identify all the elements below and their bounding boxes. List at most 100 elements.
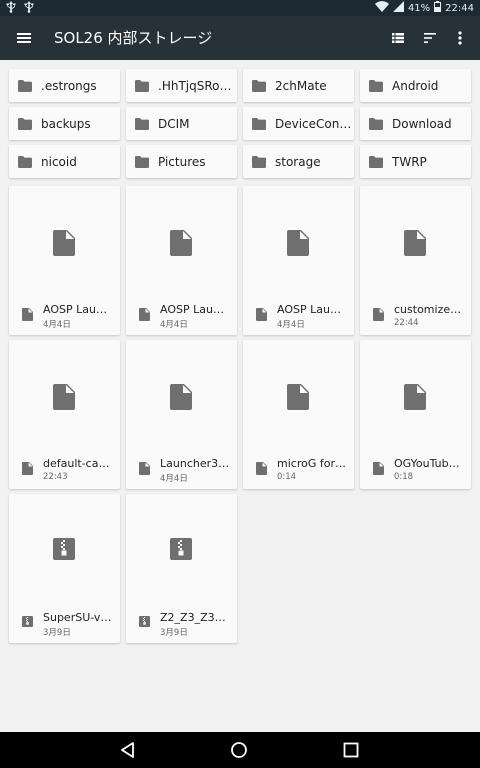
app-bar: SOL26 内部ストレージ <box>0 16 480 60</box>
file-card[interactable]: Z2_Z3_Z3C_Z4.zip 3月9日 <box>126 494 237 643</box>
folder-item[interactable]: storage <box>243 145 354 178</box>
usb-debug-icon <box>24 1 34 16</box>
folder-item[interactable]: DCIM <box>126 107 237 140</box>
folder-item[interactable]: backups <box>9 107 120 140</box>
folder-name: nicoid <box>41 154 77 169</box>
folder-icon <box>252 155 266 168</box>
folder-name: Download <box>392 116 452 131</box>
file-type-icon <box>256 462 267 475</box>
folder-item[interactable]: Pictures <box>126 145 237 178</box>
folder-name: TWRP <box>392 154 427 169</box>
back-icon[interactable] <box>118 740 138 760</box>
file-name: SuperSU-v2.82.zip <box>43 611 113 624</box>
folder-icon <box>18 117 32 130</box>
folder-icon <box>135 117 149 130</box>
folder-grid: .estrongs .HhTjqSRo6AVfV 2chMate Android… <box>9 69 471 178</box>
folder-icon <box>369 117 383 130</box>
file-card[interactable]: AOSP Launcher 4月4日 <box>126 186 237 335</box>
status-left <box>6 1 34 16</box>
file-type-icon <box>22 462 33 475</box>
signal-icon <box>392 1 404 17</box>
recents-icon[interactable] <box>341 740 361 760</box>
zip-type-icon <box>22 616 33 627</box>
folder-name: backups <box>41 116 91 131</box>
folder-name: DCIM <box>158 116 190 131</box>
file-icon <box>170 384 192 410</box>
file-name: microG for YouTube <box>277 457 347 470</box>
file-card[interactable]: OGYouTube.apk 0:18 <box>360 340 471 489</box>
folder-icon <box>18 155 32 168</box>
folder-item[interactable]: .HhTjqSRo6AVfV <box>126 69 237 102</box>
usb-icon <box>6 1 16 16</box>
file-type-icon <box>139 308 150 321</box>
folder-name: .estrongs <box>41 78 97 93</box>
zip-type-icon <box>139 616 150 627</box>
file-name: customized.apk <box>394 303 464 316</box>
sort-icon[interactable] <box>420 28 440 48</box>
file-type-icon <box>256 308 267 321</box>
battery-icon <box>434 1 442 17</box>
file-type-icon <box>373 308 384 321</box>
clock: 22:44 <box>445 3 474 14</box>
file-grid: AOSP Launcher 4月4日 AOSP Launcher 4月4日 AO… <box>9 186 471 643</box>
zip-icon <box>170 538 192 560</box>
folder-item[interactable]: TWRP <box>360 145 471 178</box>
file-type-icon <box>139 462 150 475</box>
folder-name: 2chMate <box>275 78 327 93</box>
folder-icon <box>252 79 266 92</box>
folder-icon <box>18 79 32 92</box>
folder-item[interactable]: Download <box>360 107 471 140</box>
file-date: 3月9日 <box>160 628 188 638</box>
folder-item[interactable]: DeviceConfig <box>243 107 354 140</box>
folder-icon <box>135 79 149 92</box>
folder-item[interactable]: 2chMate <box>243 69 354 102</box>
file-card[interactable]: SuperSU-v2.82.zip 3月9日 <box>9 494 120 643</box>
file-name: AOSP Launcher <box>43 303 113 316</box>
folder-icon <box>252 117 266 130</box>
file-name: AOSP Launcher <box>160 303 230 316</box>
file-card[interactable]: default-capture 22:43 <box>9 340 120 489</box>
status-bar: 41% 22:44 <box>0 0 480 16</box>
file-name: Z2_Z3_Z3C_Z4.zip <box>160 611 230 624</box>
folder-item[interactable]: Android <box>360 69 471 102</box>
page-title: SOL26 内部ストレージ <box>54 29 213 47</box>
file-name: Launcher3.apk <box>160 457 230 470</box>
file-name: default-capture <box>43 457 113 470</box>
file-name: AOSP Launcher <box>277 303 347 316</box>
file-card[interactable]: Launcher3.apk 4月4日 <box>126 340 237 489</box>
file-date: 0:18 <box>394 472 414 482</box>
home-icon[interactable] <box>229 740 249 760</box>
folder-icon <box>369 155 383 168</box>
file-card[interactable]: AOSP Launcher 4月4日 <box>9 186 120 335</box>
file-card[interactable]: AOSP Launcher 4月4日 <box>243 186 354 335</box>
file-icon <box>287 384 309 410</box>
file-date: 4月4日 <box>160 320 188 330</box>
file-browser: .estrongs .HhTjqSRo6AVfV 2chMate Android… <box>0 60 480 732</box>
status-right: 41% 22:44 <box>374 1 474 17</box>
file-name: OGYouTube.apk <box>394 457 464 470</box>
file-icon <box>170 230 192 256</box>
menu-icon[interactable] <box>14 28 34 48</box>
folder-item[interactable]: .estrongs <box>9 69 120 102</box>
folder-name: .HhTjqSRo6AVfV <box>158 78 237 93</box>
file-card[interactable]: microG for YouTube 0:14 <box>243 340 354 489</box>
more-options-icon[interactable] <box>450 28 470 48</box>
folder-name: Android <box>392 78 439 93</box>
file-date: 4月4日 <box>43 320 71 330</box>
zip-icon <box>53 538 75 560</box>
folder-name: storage <box>275 154 321 169</box>
file-icon <box>53 230 75 256</box>
wifi-icon <box>374 1 389 17</box>
file-card[interactable]: customized.apk 22:44 <box>360 186 471 335</box>
folder-item[interactable]: nicoid <box>9 145 120 178</box>
file-date: 22:44 <box>394 318 419 328</box>
folder-icon <box>369 79 383 92</box>
folder-name: DeviceConfig <box>275 116 354 131</box>
file-type-icon <box>373 462 384 475</box>
list-view-icon[interactable] <box>388 28 408 48</box>
file-date: 3月9日 <box>43 628 71 638</box>
file-icon <box>287 230 309 256</box>
file-date: 4月4日 <box>160 474 188 484</box>
file-icon <box>404 384 426 410</box>
file-icon <box>53 384 75 410</box>
